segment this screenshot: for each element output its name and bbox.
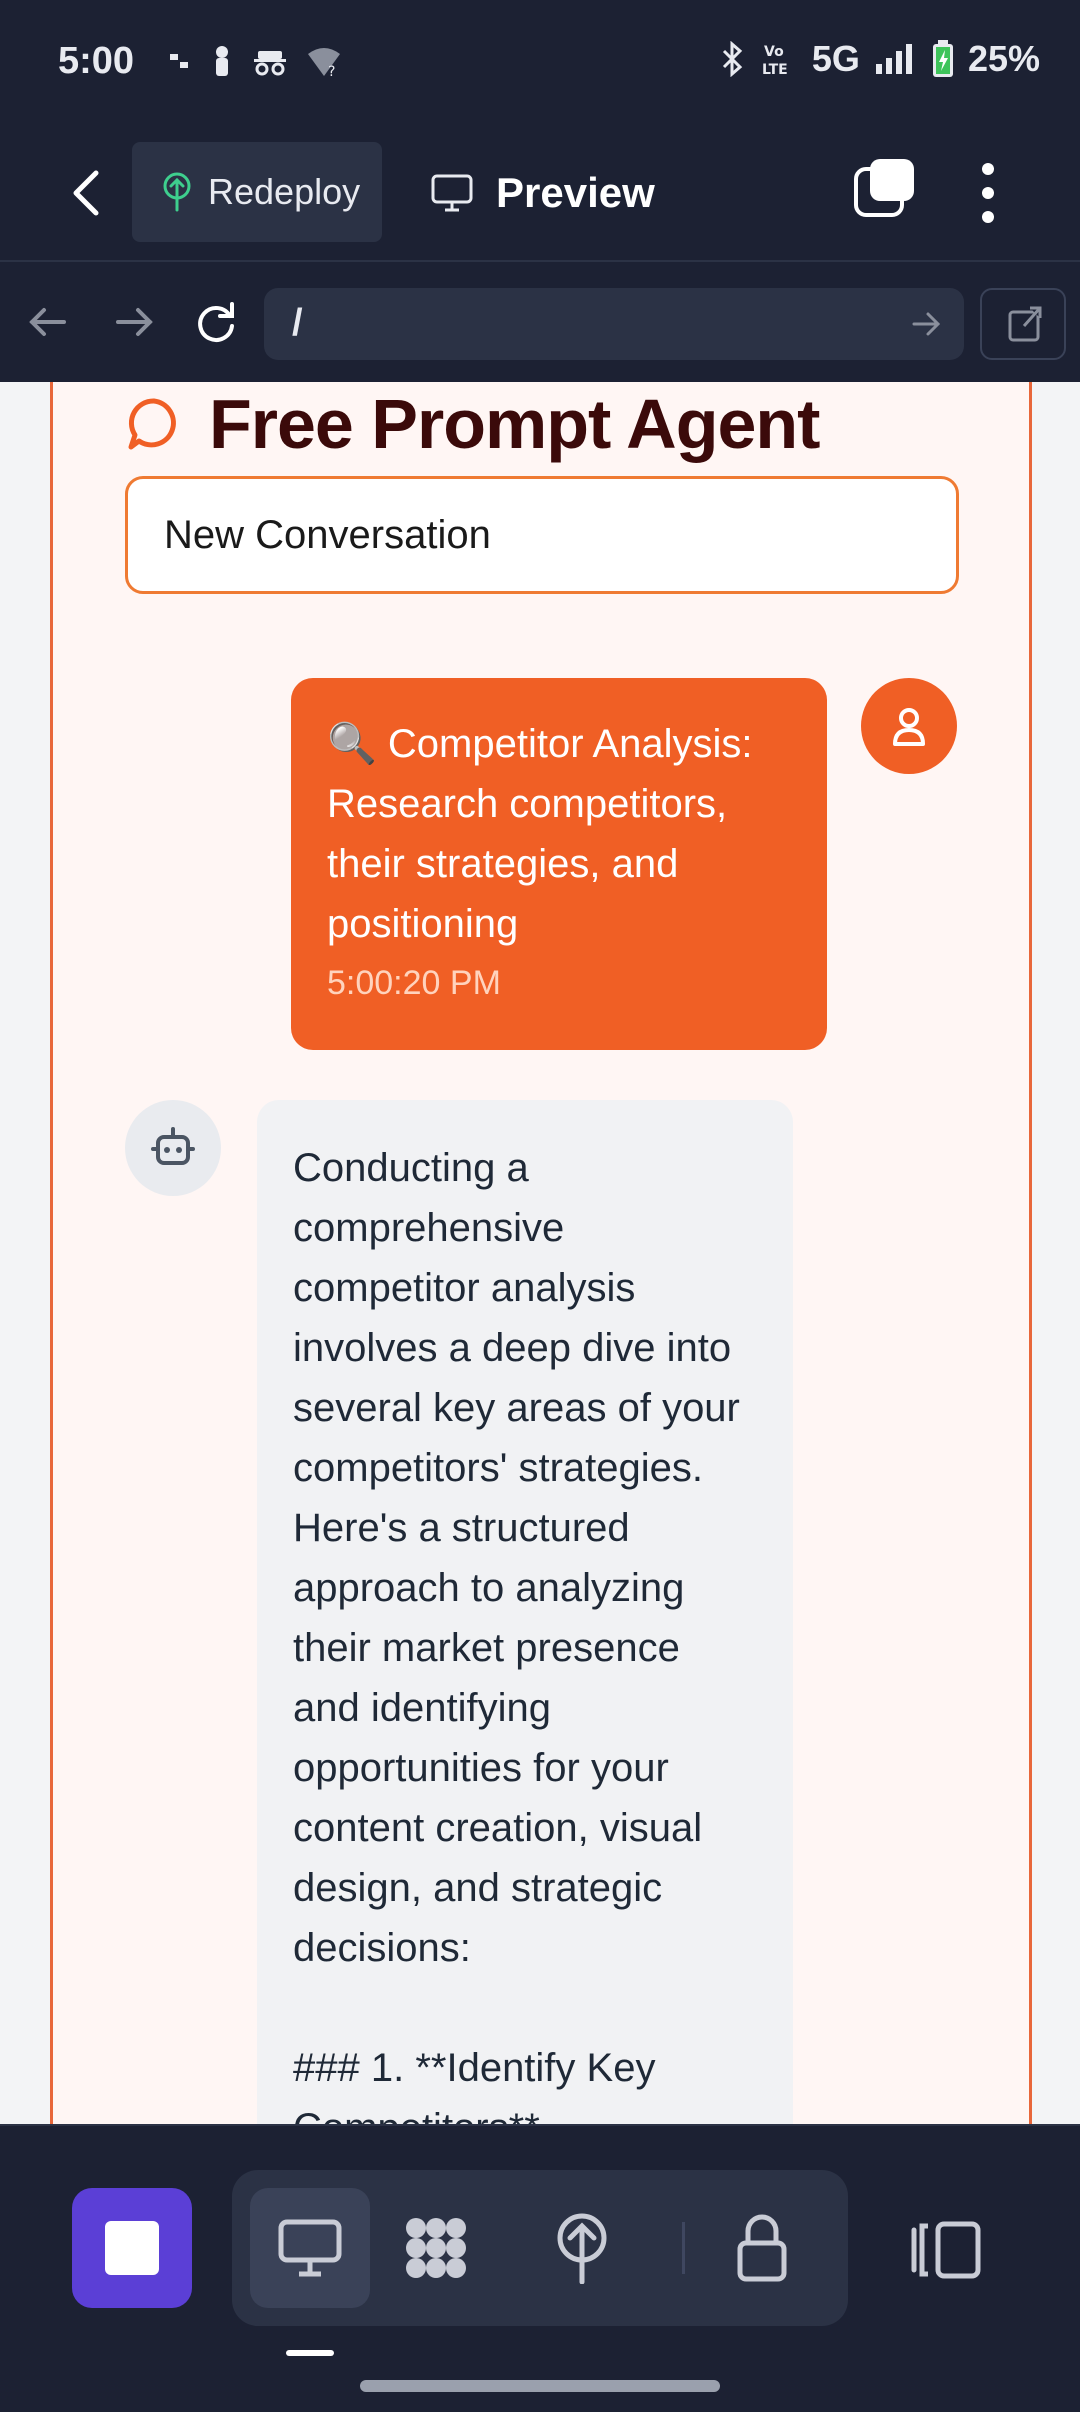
assistant-message-text: Conducting a comprehensive competitor an…: [293, 1146, 740, 2124]
status-time: 5:00: [58, 40, 135, 82]
network-type: 5G: [811, 38, 860, 79]
monitor-icon: [431, 174, 473, 212]
back-arrow-icon[interactable]: [62, 163, 112, 223]
status-notification-icons: ?: [168, 44, 342, 80]
stop-button[interactable]: [72, 2188, 192, 2308]
dock-divider: [682, 2222, 685, 2274]
browser-forward-icon[interactable]: [108, 296, 160, 348]
battery-icon: [932, 40, 953, 77]
monitor-icon: [278, 2219, 342, 2277]
web-preview: Free Prompt Agent New Conversation 🔍 Com…: [0, 382, 1080, 2124]
dock-secrets-tab[interactable]: [702, 2188, 822, 2308]
chat-bubble-icon: [128, 398, 176, 450]
battery-percent: 25%: [967, 38, 1040, 79]
status-bar: 5:00 ? Vo LTE 5G 25%: [0, 0, 1080, 125]
svg-text:LTE: LTE: [762, 62, 788, 77]
dock-preview-tab[interactable]: [250, 2188, 370, 2308]
bottom-dock: [0, 2124, 1080, 2412]
app-toolbar: Redeploy Preview: [0, 125, 1080, 260]
dock-workflows-tab[interactable]: [376, 2188, 496, 2308]
home-indicator[interactable]: [360, 2380, 720, 2392]
app-header: Free Prompt Agent: [125, 384, 820, 464]
open-external-button[interactable]: [980, 288, 1066, 360]
preview-button[interactable]: Preview: [430, 153, 655, 233]
signal-icon: [875, 44, 912, 74]
svg-text:?: ?: [328, 64, 335, 78]
volte-icon: Vo LTE: [762, 44, 788, 77]
browser-bar: /: [0, 260, 1080, 382]
user-avatar: [861, 678, 957, 774]
incognito-icon: [254, 51, 286, 76]
reload-icon[interactable]: [190, 296, 242, 348]
assistant-message: Conducting a comprehensive competitor an…: [257, 1100, 793, 2124]
user-message: 🔍 Competitor Analysis: Research competit…: [291, 678, 827, 1050]
bot-icon: [151, 1127, 195, 1165]
browser-back-icon[interactable]: [22, 296, 74, 348]
url-input[interactable]: /: [264, 288, 964, 360]
deploy-icon: [557, 2213, 607, 2284]
cast-icon: [170, 54, 188, 68]
workflows-icon: [406, 2218, 466, 2278]
tabs-icon[interactable]: [852, 155, 918, 221]
user-message-time: 5:00:20 PM: [327, 964, 501, 1002]
user-message-text: 🔍 Competitor Analysis: Research competit…: [327, 722, 753, 946]
bluetooth-icon: [722, 41, 743, 77]
svg-text:Vo: Vo: [764, 44, 784, 60]
more-options-icon[interactable]: [968, 153, 1008, 233]
chat-app-card: Free Prompt Agent New Conversation 🔍 Com…: [50, 382, 1032, 2124]
chess-icon: [216, 46, 228, 76]
active-tab-indicator: [286, 2350, 334, 2356]
redeploy-label: Redeploy: [208, 171, 361, 212]
deploy-icon: [163, 172, 191, 212]
url-text: /: [292, 302, 303, 344]
redeploy-button[interactable]: Redeploy: [132, 142, 382, 242]
preview-label: Preview: [496, 169, 655, 216]
app-title: Free Prompt Agent: [209, 385, 820, 463]
stop-icon: [105, 2221, 159, 2275]
user-icon: [893, 708, 925, 746]
external-link-icon: [1008, 306, 1042, 342]
status-system-icons: Vo LTE 5G 25%: [718, 38, 1040, 80]
wifi-unknown-icon: ?: [308, 48, 340, 78]
go-arrow-icon[interactable]: [910, 308, 942, 340]
conversation-selector-label: New Conversation: [164, 512, 491, 557]
dock-deploy-tab[interactable]: [522, 2188, 642, 2308]
panel-toggle-icon[interactable]: [906, 2218, 986, 2282]
dock-tools: [232, 2170, 848, 2326]
conversation-selector[interactable]: New Conversation: [125, 476, 959, 594]
assistant-avatar: [125, 1100, 221, 1196]
lock-icon: [737, 2214, 787, 2282]
